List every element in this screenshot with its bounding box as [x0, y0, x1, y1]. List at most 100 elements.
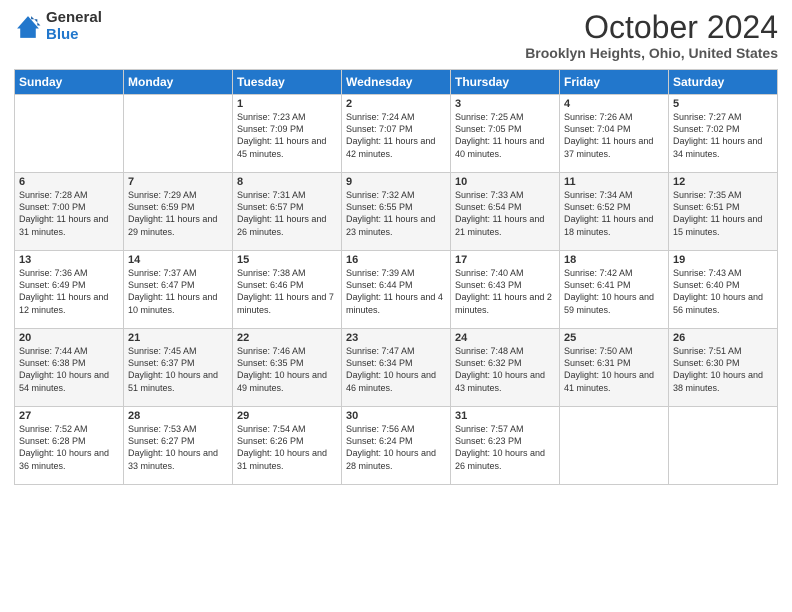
- day-number: 21: [128, 332, 228, 344]
- day-info: Sunrise: 7:45 AM Sunset: 6:37 PM Dayligh…: [128, 345, 228, 394]
- calendar-cell: 13Sunrise: 7:36 AM Sunset: 6:49 PM Dayli…: [15, 251, 124, 329]
- calendar-week-row: 1Sunrise: 7:23 AM Sunset: 7:09 PM Daylig…: [15, 95, 778, 173]
- calendar-cell: 20Sunrise: 7:44 AM Sunset: 6:38 PM Dayli…: [15, 329, 124, 407]
- col-header-sunday: Sunday: [15, 70, 124, 95]
- calendar-week-row: 6Sunrise: 7:28 AM Sunset: 7:00 PM Daylig…: [15, 173, 778, 251]
- day-number: 20: [19, 332, 119, 344]
- day-number: 3: [455, 98, 555, 110]
- day-number: 1: [237, 98, 337, 110]
- calendar-cell: 18Sunrise: 7:42 AM Sunset: 6:41 PM Dayli…: [560, 251, 669, 329]
- day-number: 27: [19, 410, 119, 422]
- day-number: 4: [564, 98, 664, 110]
- calendar-cell: 16Sunrise: 7:39 AM Sunset: 6:44 PM Dayli…: [342, 251, 451, 329]
- calendar-cell: [15, 95, 124, 173]
- calendar-cell: 29Sunrise: 7:54 AM Sunset: 6:26 PM Dayli…: [233, 407, 342, 485]
- calendar-cell: 12Sunrise: 7:35 AM Sunset: 6:51 PM Dayli…: [669, 173, 778, 251]
- day-info: Sunrise: 7:50 AM Sunset: 6:31 PM Dayligh…: [564, 345, 664, 394]
- day-number: 22: [237, 332, 337, 344]
- day-info: Sunrise: 7:38 AM Sunset: 6:46 PM Dayligh…: [237, 267, 337, 316]
- logo-blue: Blue: [46, 27, 102, 44]
- calendar-cell: 14Sunrise: 7:37 AM Sunset: 6:47 PM Dayli…: [124, 251, 233, 329]
- title-block: October 2024 Brooklyn Heights, Ohio, Uni…: [525, 10, 778, 61]
- calendar-cell: 23Sunrise: 7:47 AM Sunset: 6:34 PM Dayli…: [342, 329, 451, 407]
- logo-general: General: [46, 10, 102, 27]
- day-info: Sunrise: 7:54 AM Sunset: 6:26 PM Dayligh…: [237, 423, 337, 472]
- day-number: 13: [19, 254, 119, 266]
- logo-icon: [14, 13, 42, 41]
- page-container: General Blue October 2024 Brooklyn Heigh…: [0, 0, 792, 495]
- calendar-cell: [669, 407, 778, 485]
- calendar-cell: 22Sunrise: 7:46 AM Sunset: 6:35 PM Dayli…: [233, 329, 342, 407]
- logo-text: General Blue: [46, 10, 102, 43]
- calendar-cell: 11Sunrise: 7:34 AM Sunset: 6:52 PM Dayli…: [560, 173, 669, 251]
- day-info: Sunrise: 7:42 AM Sunset: 6:41 PM Dayligh…: [564, 267, 664, 316]
- location: Brooklyn Heights, Ohio, United States: [525, 45, 778, 61]
- calendar-cell: [560, 407, 669, 485]
- calendar-cell: [124, 95, 233, 173]
- day-number: 5: [673, 98, 773, 110]
- day-number: 18: [564, 254, 664, 266]
- col-header-monday: Monday: [124, 70, 233, 95]
- day-info: Sunrise: 7:37 AM Sunset: 6:47 PM Dayligh…: [128, 267, 228, 316]
- day-info: Sunrise: 7:33 AM Sunset: 6:54 PM Dayligh…: [455, 189, 555, 238]
- calendar-cell: 2Sunrise: 7:24 AM Sunset: 7:07 PM Daylig…: [342, 95, 451, 173]
- calendar-header-row: SundayMondayTuesdayWednesdayThursdayFrid…: [15, 70, 778, 95]
- col-header-friday: Friday: [560, 70, 669, 95]
- day-number: 25: [564, 332, 664, 344]
- calendar-cell: 6Sunrise: 7:28 AM Sunset: 7:00 PM Daylig…: [15, 173, 124, 251]
- page-header: General Blue October 2024 Brooklyn Heigh…: [14, 10, 778, 61]
- calendar-cell: 4Sunrise: 7:26 AM Sunset: 7:04 PM Daylig…: [560, 95, 669, 173]
- calendar-cell: 10Sunrise: 7:33 AM Sunset: 6:54 PM Dayli…: [451, 173, 560, 251]
- calendar-cell: 31Sunrise: 7:57 AM Sunset: 6:23 PM Dayli…: [451, 407, 560, 485]
- day-info: Sunrise: 7:26 AM Sunset: 7:04 PM Dayligh…: [564, 111, 664, 160]
- calendar-cell: 30Sunrise: 7:56 AM Sunset: 6:24 PM Dayli…: [342, 407, 451, 485]
- calendar-cell: 1Sunrise: 7:23 AM Sunset: 7:09 PM Daylig…: [233, 95, 342, 173]
- calendar-cell: 24Sunrise: 7:48 AM Sunset: 6:32 PM Dayli…: [451, 329, 560, 407]
- col-header-saturday: Saturday: [669, 70, 778, 95]
- calendar-cell: 19Sunrise: 7:43 AM Sunset: 6:40 PM Dayli…: [669, 251, 778, 329]
- day-number: 30: [346, 410, 446, 422]
- day-number: 28: [128, 410, 228, 422]
- day-info: Sunrise: 7:57 AM Sunset: 6:23 PM Dayligh…: [455, 423, 555, 472]
- day-info: Sunrise: 7:40 AM Sunset: 6:43 PM Dayligh…: [455, 267, 555, 316]
- calendar-cell: 5Sunrise: 7:27 AM Sunset: 7:02 PM Daylig…: [669, 95, 778, 173]
- calendar-cell: 28Sunrise: 7:53 AM Sunset: 6:27 PM Dayli…: [124, 407, 233, 485]
- day-info: Sunrise: 7:27 AM Sunset: 7:02 PM Dayligh…: [673, 111, 773, 160]
- calendar-cell: 8Sunrise: 7:31 AM Sunset: 6:57 PM Daylig…: [233, 173, 342, 251]
- month-title: October 2024: [525, 10, 778, 45]
- day-number: 6: [19, 176, 119, 188]
- day-number: 31: [455, 410, 555, 422]
- day-number: 9: [346, 176, 446, 188]
- day-info: Sunrise: 7:53 AM Sunset: 6:27 PM Dayligh…: [128, 423, 228, 472]
- day-number: 2: [346, 98, 446, 110]
- calendar-table: SundayMondayTuesdayWednesdayThursdayFrid…: [14, 69, 778, 485]
- day-info: Sunrise: 7:43 AM Sunset: 6:40 PM Dayligh…: [673, 267, 773, 316]
- calendar-cell: 9Sunrise: 7:32 AM Sunset: 6:55 PM Daylig…: [342, 173, 451, 251]
- day-number: 10: [455, 176, 555, 188]
- col-header-wednesday: Wednesday: [342, 70, 451, 95]
- calendar-cell: 17Sunrise: 7:40 AM Sunset: 6:43 PM Dayli…: [451, 251, 560, 329]
- day-info: Sunrise: 7:34 AM Sunset: 6:52 PM Dayligh…: [564, 189, 664, 238]
- day-info: Sunrise: 7:47 AM Sunset: 6:34 PM Dayligh…: [346, 345, 446, 394]
- day-info: Sunrise: 7:51 AM Sunset: 6:30 PM Dayligh…: [673, 345, 773, 394]
- calendar-cell: 27Sunrise: 7:52 AM Sunset: 6:28 PM Dayli…: [15, 407, 124, 485]
- day-info: Sunrise: 7:23 AM Sunset: 7:09 PM Dayligh…: [237, 111, 337, 160]
- day-info: Sunrise: 7:56 AM Sunset: 6:24 PM Dayligh…: [346, 423, 446, 472]
- day-info: Sunrise: 7:35 AM Sunset: 6:51 PM Dayligh…: [673, 189, 773, 238]
- day-number: 11: [564, 176, 664, 188]
- calendar-cell: 15Sunrise: 7:38 AM Sunset: 6:46 PM Dayli…: [233, 251, 342, 329]
- day-info: Sunrise: 7:39 AM Sunset: 6:44 PM Dayligh…: [346, 267, 446, 316]
- col-header-tuesday: Tuesday: [233, 70, 342, 95]
- day-number: 7: [128, 176, 228, 188]
- day-number: 16: [346, 254, 446, 266]
- day-info: Sunrise: 7:48 AM Sunset: 6:32 PM Dayligh…: [455, 345, 555, 394]
- day-number: 26: [673, 332, 773, 344]
- day-number: 17: [455, 254, 555, 266]
- calendar-cell: 3Sunrise: 7:25 AM Sunset: 7:05 PM Daylig…: [451, 95, 560, 173]
- day-number: 23: [346, 332, 446, 344]
- calendar-week-row: 13Sunrise: 7:36 AM Sunset: 6:49 PM Dayli…: [15, 251, 778, 329]
- day-number: 8: [237, 176, 337, 188]
- day-info: Sunrise: 7:32 AM Sunset: 6:55 PM Dayligh…: [346, 189, 446, 238]
- day-info: Sunrise: 7:29 AM Sunset: 6:59 PM Dayligh…: [128, 189, 228, 238]
- day-number: 24: [455, 332, 555, 344]
